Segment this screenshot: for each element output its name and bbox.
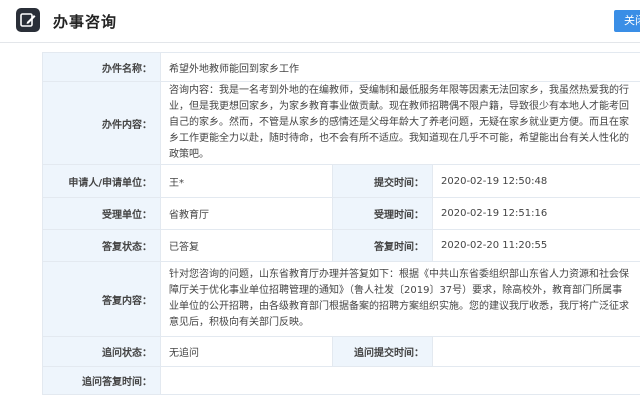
followup-reply-time-value	[160, 366, 640, 395]
page-title: 办事咨询	[53, 13, 118, 31]
submit-time-label: 提交时间：	[332, 164, 433, 198]
accept-unit-value: 省教育厅	[160, 197, 333, 230]
table-row: 追问答复时间：	[42, 366, 640, 395]
subject-value: 希望外地教师能回到家乡工作	[160, 52, 640, 82]
table-row: 办件名称： 希望外地教师能回到家乡工作	[42, 52, 640, 82]
followup-submit-time-value	[432, 336, 640, 367]
table-row: 办件内容： 咨询内容：我是一名考到外地的在编教师，受编制和最低服务年限等因素无法…	[42, 81, 640, 165]
table-row: 答复状态： 已答复 答复时间： 2020-02-20 11:20:55	[42, 229, 640, 262]
reply-time-value: 2020-02-20 11:20:55	[432, 229, 640, 262]
table-row: 受理单位： 省教育厅 受理时间： 2020-02-19 12:51:16	[42, 197, 640, 230]
edit-icon	[16, 8, 40, 32]
table-row: 追问状态： 无追问 追问提交时间：	[42, 336, 640, 367]
accept-time-label: 受理时间：	[332, 197, 433, 230]
reply-status-label: 答复状态：	[42, 229, 161, 262]
subject-label: 办件名称：	[42, 52, 161, 82]
reply-time-label: 答复时间：	[332, 229, 433, 262]
submit-time-value: 2020-02-19 12:50:48	[432, 164, 640, 198]
followup-submit-time-label: 追问提交时间：	[332, 336, 433, 367]
consultation-detail-table: 办件名称： 希望外地教师能回到家乡工作 办件内容： 咨询内容：我是一名考到外地的…	[42, 52, 640, 395]
applicant-value: 王*	[160, 164, 333, 198]
accept-time-value: 2020-02-19 12:51:16	[432, 197, 640, 230]
followup-reply-time-label: 追问答复时间：	[42, 366, 161, 395]
followup-status-label: 追问状态：	[42, 336, 161, 367]
reply-content-value: 针对您咨询的问题，山东省教育厅办理并答复如下：根据《中共山东省委组织部山东省人力…	[160, 261, 640, 337]
reply-status-value: 已答复	[160, 229, 333, 262]
close-button[interactable]: 关闭	[614, 10, 640, 32]
reply-content-label: 答复内容：	[42, 261, 161, 337]
followup-status-value: 无追问	[160, 336, 333, 367]
applicant-label: 申请人/申请单位：	[42, 164, 161, 198]
content-label: 办件内容：	[42, 81, 161, 165]
table-row: 答复内容： 针对您咨询的问题，山东省教育厅办理并答复如下：根据《中共山东省委组织…	[42, 261, 640, 337]
table-row: 申请人/申请单位： 王* 提交时间： 2020-02-19 12:50:48	[42, 164, 640, 198]
content-value: 咨询内容：我是一名考到外地的在编教师，受编制和最低服务年限等因素无法回家乡，我虽…	[160, 81, 640, 165]
accept-unit-label: 受理单位：	[42, 197, 161, 230]
page-header: 办事咨询 关闭	[0, 0, 640, 43]
